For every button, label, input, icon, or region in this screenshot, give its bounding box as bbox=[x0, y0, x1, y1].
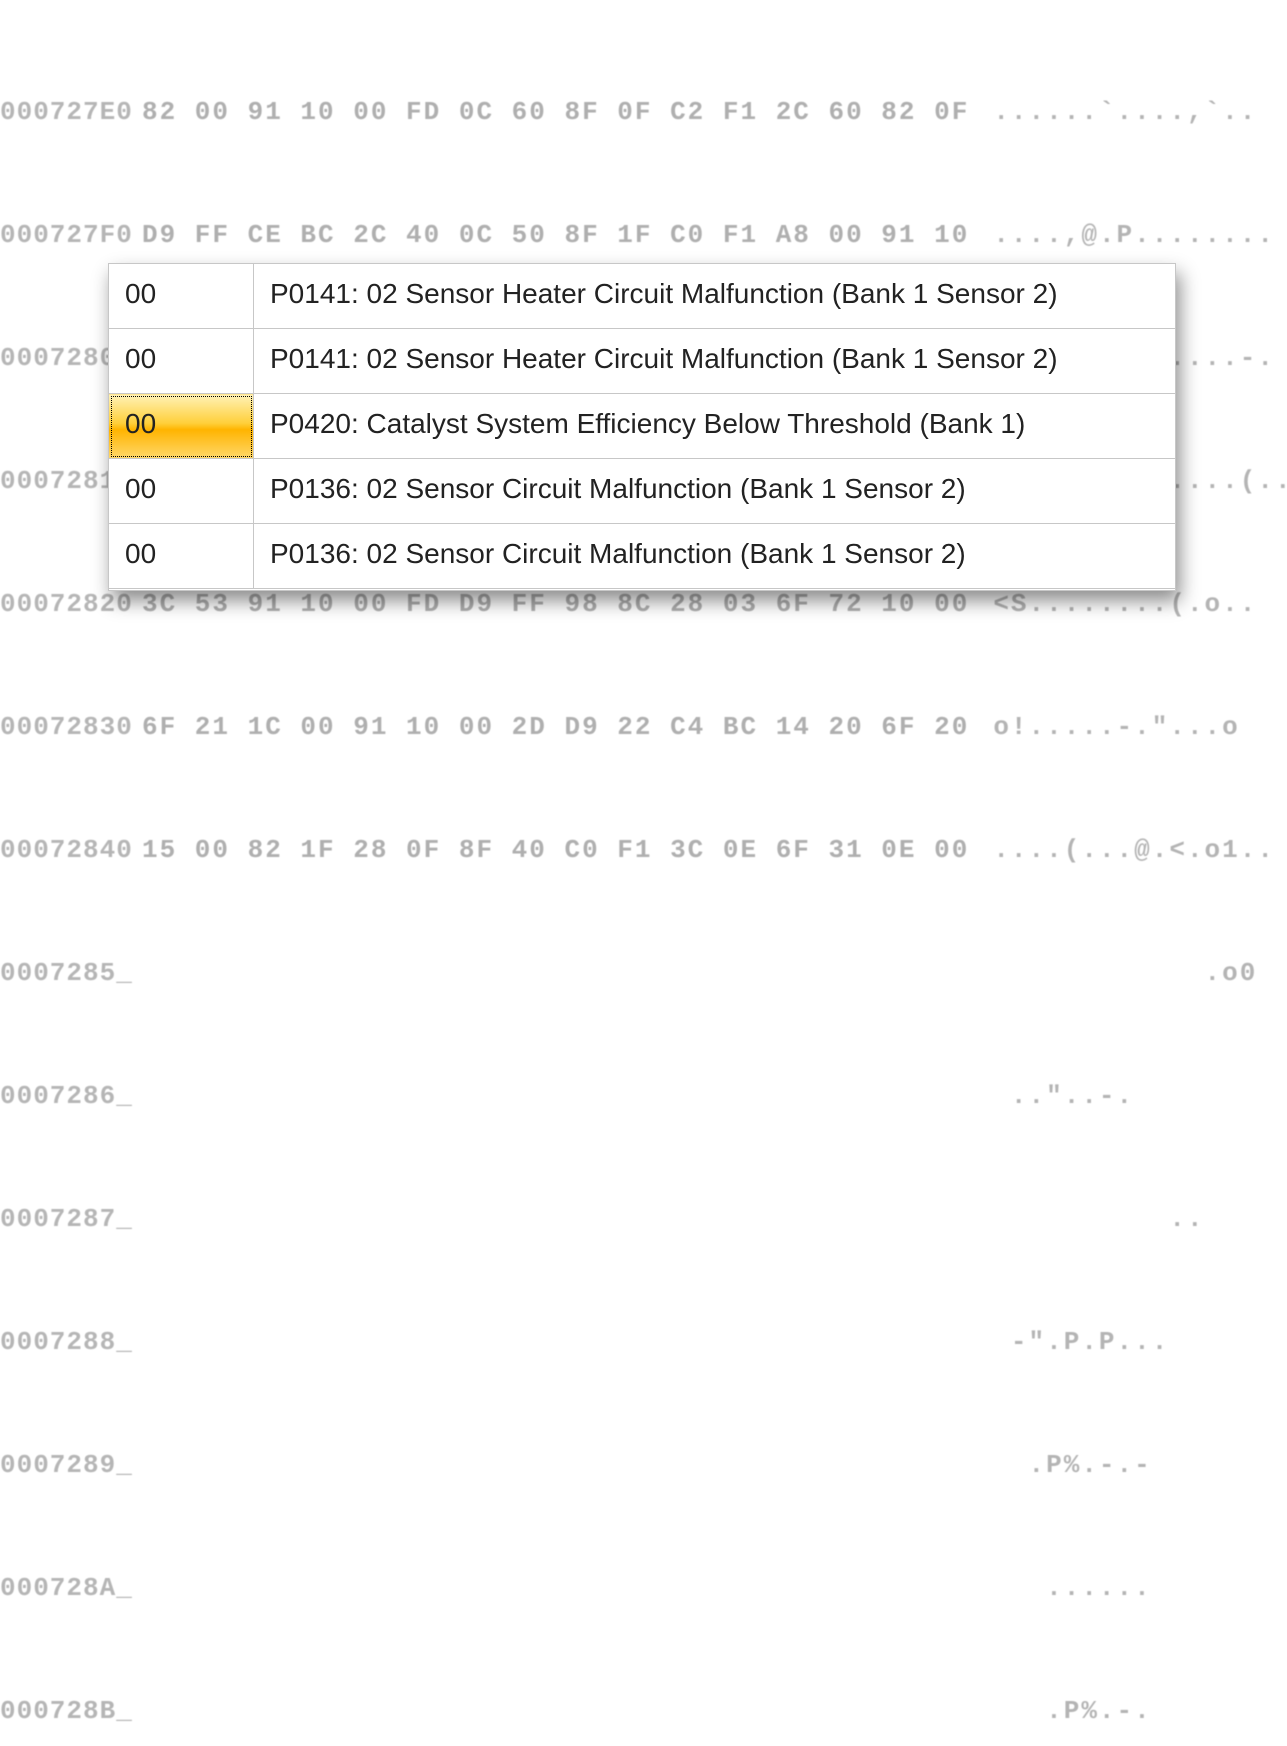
dtc-desc-cell[interactable]: P0141: 02 Sensor Heater Circuit Malfunct… bbox=[254, 329, 1176, 394]
table-row[interactable]: 00 P0141: 02 Sensor Heater Circuit Malfu… bbox=[109, 264, 1176, 329]
table-row[interactable]: 00 P0136: 02 Sensor Circuit Malfunction … bbox=[109, 459, 1176, 524]
dtc-table[interactable]: 00 P0141: 02 Sensor Heater Circuit Malfu… bbox=[108, 263, 1176, 591]
empty-cell bbox=[109, 589, 1176, 591]
dtc-code-cell[interactable]: 00 bbox=[109, 264, 254, 329]
table-row-empty bbox=[109, 589, 1176, 591]
dtc-desc-cell[interactable]: P0420: Catalyst System Efficiency Below … bbox=[254, 394, 1176, 459]
hex-addr: 000727E0 bbox=[0, 92, 130, 133]
dtc-desc-cell[interactable]: P0136: 02 Sensor Circuit Malfunction (Ba… bbox=[254, 459, 1176, 524]
dtc-code-cell[interactable]: 00 bbox=[109, 329, 254, 394]
dtc-code-cell[interactable]: 00 bbox=[109, 524, 254, 589]
hex-row: 0007284015 00 82 1F 28 0F 8F 40 C0 F1 3C… bbox=[0, 830, 1287, 871]
table-row[interactable]: 00 P0136: 02 Sensor Circuit Malfunction … bbox=[109, 524, 1176, 589]
hex-ascii: ......`....,`.. bbox=[969, 92, 1257, 133]
hex-row: 0007285_ .o0 bbox=[0, 953, 1287, 994]
hex-row: 000728B_ .P%.-. bbox=[0, 1691, 1287, 1732]
hex-bytes: 82 00 91 10 00 FD 0C 60 8F 0F C2 F1 2C 6… bbox=[130, 92, 969, 133]
dtc-code-cell[interactable]: 00 bbox=[109, 459, 254, 524]
hex-row: 0007287_ .. bbox=[0, 1199, 1287, 1240]
table-row[interactable]: 00 P0141: 02 Sensor Heater Circuit Malfu… bbox=[109, 329, 1176, 394]
hex-row: 000727F0D9 FF CE BC 2C 40 0C 50 8F 1F C0… bbox=[0, 215, 1287, 256]
hex-row: 000728306F 21 1C 00 91 10 00 2D D9 22 C4… bbox=[0, 707, 1287, 748]
table-row-selected[interactable]: 00 P0420: Catalyst System Efficiency Bel… bbox=[109, 394, 1176, 459]
hex-row: 000727E082 00 91 10 00 FD 0C 60 8F 0F C2… bbox=[0, 92, 1287, 133]
dtc-desc-cell[interactable]: P0136: 02 Sensor Circuit Malfunction (Ba… bbox=[254, 524, 1176, 589]
hex-row: 0007289_ .P%.-.- bbox=[0, 1445, 1287, 1486]
hex-row: 000728A_ ...... bbox=[0, 1568, 1287, 1609]
hex-row: 0007286_ .."..-. bbox=[0, 1076, 1287, 1117]
dtc-code-cell-selected[interactable]: 00 bbox=[109, 394, 254, 459]
dtc-desc-cell[interactable]: P0141: 02 Sensor Heater Circuit Malfunct… bbox=[254, 264, 1176, 329]
hex-row: 0007288_ -".P.P... bbox=[0, 1322, 1287, 1363]
